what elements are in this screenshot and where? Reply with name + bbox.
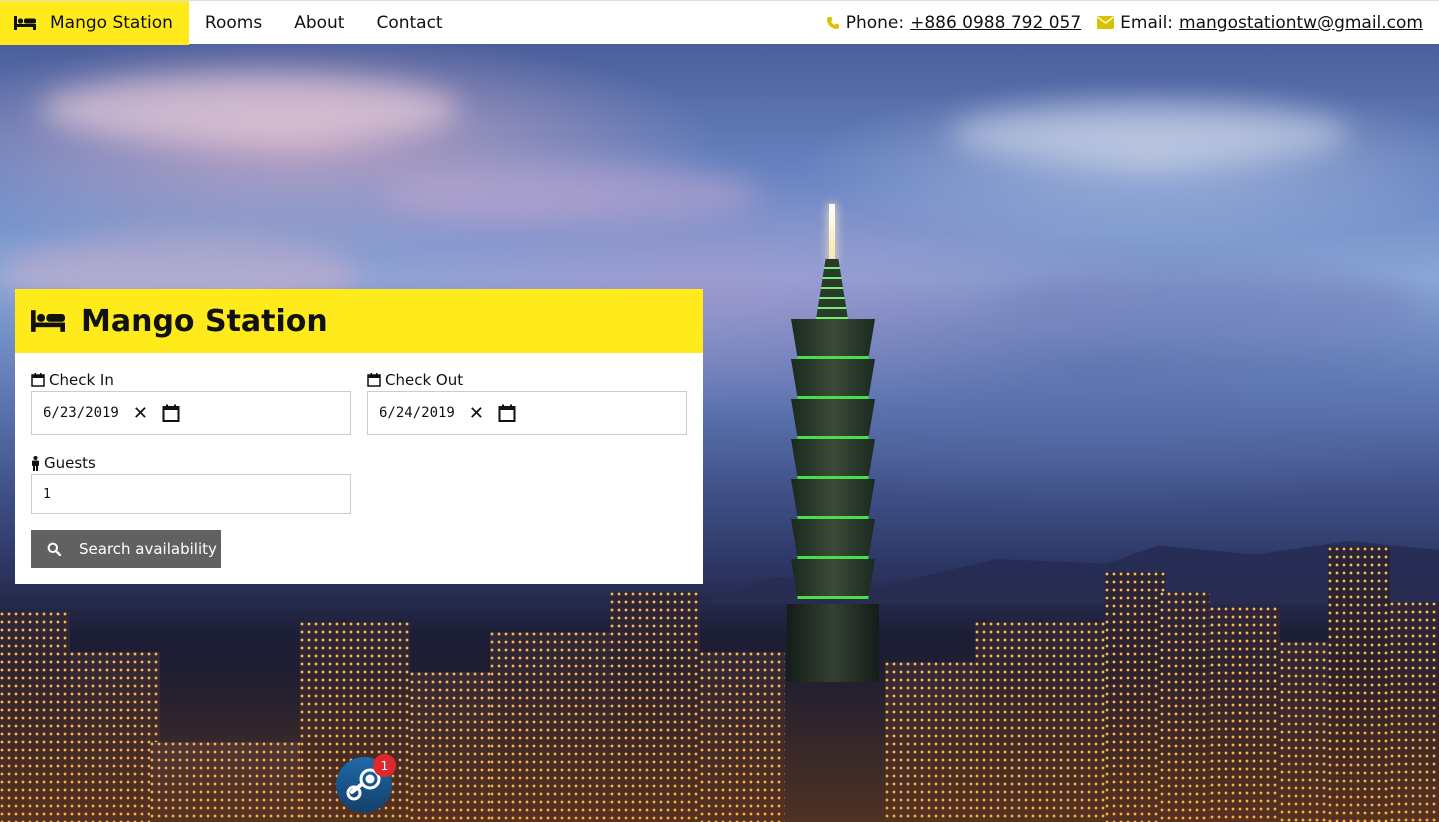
check-out-label-text: Check Out [385,371,464,389]
brand-label: Mango Station [50,12,173,33]
bed-icon [14,15,36,30]
envelope-icon [1097,16,1115,29]
search-availability-button[interactable]: Search availability [31,530,221,568]
guests-input[interactable]: 1 [31,474,351,514]
email-label: Email: [1120,12,1174,33]
phone-link[interactable]: +886 0988 792 057 [910,13,1081,33]
check-in-date-input[interactable]: 6/23/2019 ✕ [31,391,351,435]
clear-check-in-icon[interactable]: ✕ [133,403,148,424]
notification-count-badge: 1 [373,754,396,777]
nav-link-contact[interactable]: Contact [360,13,458,33]
bed-icon [31,310,65,332]
nav-link-about[interactable]: About [278,13,360,33]
top-navbar: Mango Station Rooms About Contact Phone:… [0,0,1439,45]
calendar-icon [367,373,381,387]
check-in-label: Check In [31,371,114,389]
calendar-icon [31,373,45,387]
contact-info: Phone: +886 0988 792 057 Email: mangosta… [826,13,1439,33]
guests-label-text: Guests [44,454,96,472]
check-in-label-text: Check In [49,371,114,389]
search-button-label: Search availability [79,540,217,558]
guests-value: 1 [43,486,51,502]
calendar-picker-icon[interactable] [162,404,180,422]
calendar-picker-icon[interactable] [498,404,516,422]
search-icon [47,542,61,556]
clear-check-out-icon[interactable]: ✕ [469,403,484,424]
guests-label: Guests [31,454,96,472]
check-in-date-value: 6/23/2019 [43,405,119,421]
phone-icon [826,16,839,29]
booking-card-header: Mango Station [15,289,703,353]
email-link[interactable]: mangostationtw@gmail.com [1179,13,1423,33]
booking-card-title: Mango Station [81,303,328,339]
phone-contact: Phone: +886 0988 792 057 [826,13,1081,33]
check-out-label: Check Out [367,371,463,389]
booking-card: Mango Station Check In 6/23/2019 ✕ Check… [15,289,703,584]
phone-label: Phone: [845,12,905,33]
email-contact: Email: mangostationtw@gmail.com [1097,13,1423,33]
brand-link[interactable]: Mango Station [0,0,189,45]
person-icon [32,455,39,471]
check-out-date-value: 6/24/2019 [379,405,455,421]
check-out-date-input[interactable]: 6/24/2019 ✕ [367,391,687,435]
nav-link-rooms[interactable]: Rooms [189,13,278,33]
taipei-101-tower [783,204,883,682]
